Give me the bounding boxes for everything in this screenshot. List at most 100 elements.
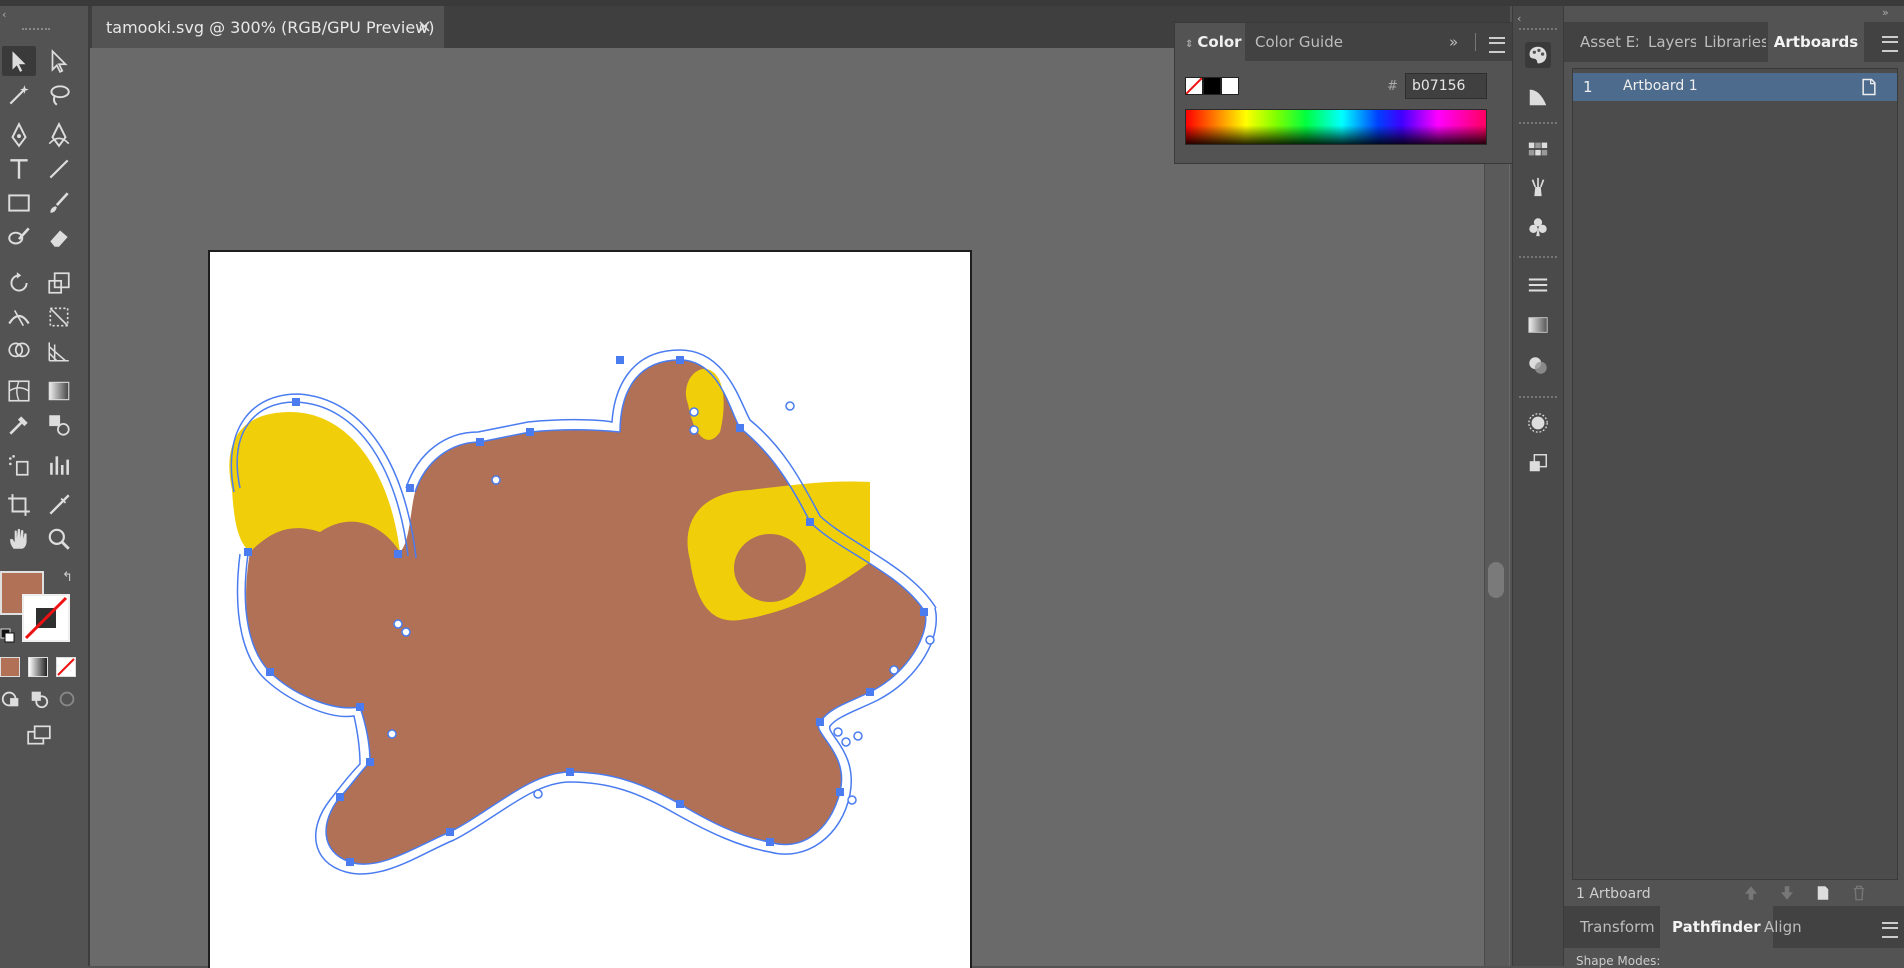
dock-separator	[1519, 256, 1557, 262]
bottom-panel-menu-icon[interactable]	[1882, 922, 1898, 938]
move-down-icon[interactable]	[1778, 884, 1796, 902]
dock-separator	[1519, 396, 1557, 402]
shape-builder-tool-icon[interactable]	[2, 336, 36, 366]
graphic-styles-icon[interactable]	[1525, 450, 1551, 476]
tab-artboards[interactable]: Artboards	[1768, 22, 1864, 62]
hand-tool-icon[interactable]	[2, 524, 36, 554]
tab-transform[interactable]: Transform	[1580, 906, 1655, 948]
color-mode-button[interactable]	[0, 657, 20, 677]
toolbar-grip[interactable]	[22, 28, 50, 34]
selection-tool-icon[interactable]	[2, 46, 36, 76]
new-artboard-icon[interactable]	[1814, 884, 1832, 902]
collapse-toolbar-icon[interactable]: ‹	[2, 8, 6, 21]
gradient-icon[interactable]	[1525, 312, 1551, 338]
document-tab[interactable]: tamooki.svg @ 300% (RGB/GPU Preview) ×	[92, 6, 444, 48]
right-panel: » Asset Ex Layers Libraries Artboards 1 …	[1564, 6, 1904, 968]
artboard-count: 1 Artboard	[1576, 886, 1651, 902]
close-tab-icon[interactable]: ×	[417, 16, 432, 37]
panel-icon-dock: ‹	[1512, 6, 1564, 966]
artboard-options-icon[interactable]	[1859, 77, 1879, 97]
tab-layers[interactable]: Layers	[1648, 22, 1696, 62]
tab-color[interactable]: ⇕ Color	[1175, 23, 1245, 61]
artboard-number: 1	[1583, 78, 1593, 96]
panel-divider	[1475, 33, 1476, 51]
scale-tool-icon[interactable]	[42, 268, 76, 298]
scrollbar-thumb[interactable]	[1488, 562, 1504, 598]
rectangle-tool-icon[interactable]	[2, 188, 36, 218]
hex-input[interactable]	[1405, 73, 1487, 99]
artboard-name[interactable]: Artboard 1	[1623, 78, 1698, 94]
collapse-panels-icon[interactable]: »	[1882, 6, 1889, 19]
zoom-tool-icon[interactable]	[42, 524, 76, 554]
eyedropper-tool-icon[interactable]	[2, 410, 36, 440]
shaper-tool-icon[interactable]	[2, 222, 36, 252]
color-guide-icon[interactable]	[1525, 84, 1551, 110]
hex-label: #	[1387, 79, 1398, 94]
change-screen-mode-icon[interactable]	[22, 720, 56, 750]
gradient-mode-button[interactable]	[28, 657, 48, 677]
magic-wand-tool-icon[interactable]	[2, 80, 36, 110]
draw-behind-icon[interactable]	[28, 688, 50, 710]
transparency-icon[interactable]	[1525, 352, 1551, 378]
artboard-tool-icon[interactable]	[2, 490, 36, 520]
default-fill-stroke-icon[interactable]	[0, 628, 16, 644]
move-up-icon[interactable]	[1742, 884, 1760, 902]
color-panel-tabs: ⇕ Color Color Guide »	[1175, 23, 1513, 61]
color-palette-icon[interactable]	[1525, 42, 1551, 68]
stroke-color-swatch[interactable]	[22, 594, 70, 642]
color-panel: ⇕ Color Color Guide » #	[1174, 22, 1514, 164]
none-mode-button[interactable]	[56, 657, 76, 677]
column-graph-tool-icon[interactable]	[42, 450, 76, 480]
width-tool-icon[interactable]	[2, 302, 36, 332]
tab-libraries[interactable]: Libraries	[1704, 22, 1766, 62]
curvature-tool-icon[interactable]	[42, 120, 76, 150]
delete-artboard-icon[interactable]	[1850, 884, 1868, 902]
color-spectrum[interactable]	[1185, 109, 1487, 145]
black-swatch[interactable]	[1203, 77, 1221, 95]
right-panel-menu-icon[interactable]	[1882, 36, 1898, 52]
document-tab-title: tamooki.svg @ 300% (RGB/GPU Preview)	[106, 17, 435, 37]
artboard-row[interactable]: 1 Artboard 1	[1573, 73, 1897, 101]
tab-color-guide[interactable]: Color Guide	[1245, 23, 1353, 61]
color-panel-menu-icon[interactable]	[1489, 37, 1505, 53]
type-tool-icon[interactable]	[2, 154, 36, 184]
dock-grip[interactable]	[1519, 28, 1557, 34]
pen-tool-icon[interactable]	[2, 120, 36, 150]
symbols-icon[interactable]	[1525, 214, 1551, 240]
none-swatch[interactable]	[1185, 77, 1203, 95]
artboard[interactable]	[208, 250, 972, 968]
slice-tool-icon[interactable]	[42, 490, 76, 520]
panel-expand-icon[interactable]: »	[1445, 23, 1462, 61]
artboards-list: 1 Artboard 1	[1572, 68, 1898, 880]
free-transform-tool-icon[interactable]	[42, 302, 76, 332]
tamooki-illustration[interactable]	[210, 252, 970, 968]
swap-fill-stroke-icon[interactable]: ↰	[62, 570, 78, 586]
eraser-tool-icon[interactable]	[42, 222, 76, 252]
direct-selection-tool-icon[interactable]	[42, 46, 76, 76]
swatches-icon[interactable]	[1525, 136, 1551, 162]
rotate-tool-icon[interactable]	[2, 268, 36, 298]
draw-normal-icon[interactable]	[0, 688, 22, 710]
tab-asset-export[interactable]: Asset Ex	[1580, 22, 1638, 62]
right-panel-tabs: Asset Ex Layers Libraries Artboards	[1564, 22, 1904, 62]
gradient-tool-icon[interactable]	[42, 376, 76, 406]
brushes-icon[interactable]	[1525, 174, 1551, 200]
bottom-panel-tabs: Transform Pathfinder Align	[1564, 906, 1904, 948]
mesh-tool-icon[interactable]	[2, 376, 36, 406]
perspective-grid-tool-icon[interactable]	[42, 336, 76, 366]
vertical-scrollbar[interactable]	[1484, 48, 1509, 966]
symbol-sprayer-tool-icon[interactable]	[2, 450, 36, 480]
dock-separator	[1519, 122, 1557, 128]
paintbrush-tool-icon[interactable]	[42, 188, 76, 218]
appearance-icon[interactable]	[1525, 410, 1551, 436]
tab-align[interactable]: Align	[1764, 906, 1802, 948]
tab-pathfinder[interactable]: Pathfinder	[1660, 906, 1773, 948]
stroke-icon[interactable]	[1525, 272, 1551, 298]
collapse-dock-icon[interactable]: ‹	[1517, 12, 1521, 25]
tools-panel: ↰	[0, 6, 90, 966]
line-segment-tool-icon[interactable]	[42, 154, 76, 184]
white-swatch[interactable]	[1221, 77, 1239, 95]
lasso-tool-icon[interactable]	[42, 80, 76, 110]
draw-inside-icon[interactable]	[56, 688, 78, 710]
blend-tool-icon[interactable]	[42, 410, 76, 440]
